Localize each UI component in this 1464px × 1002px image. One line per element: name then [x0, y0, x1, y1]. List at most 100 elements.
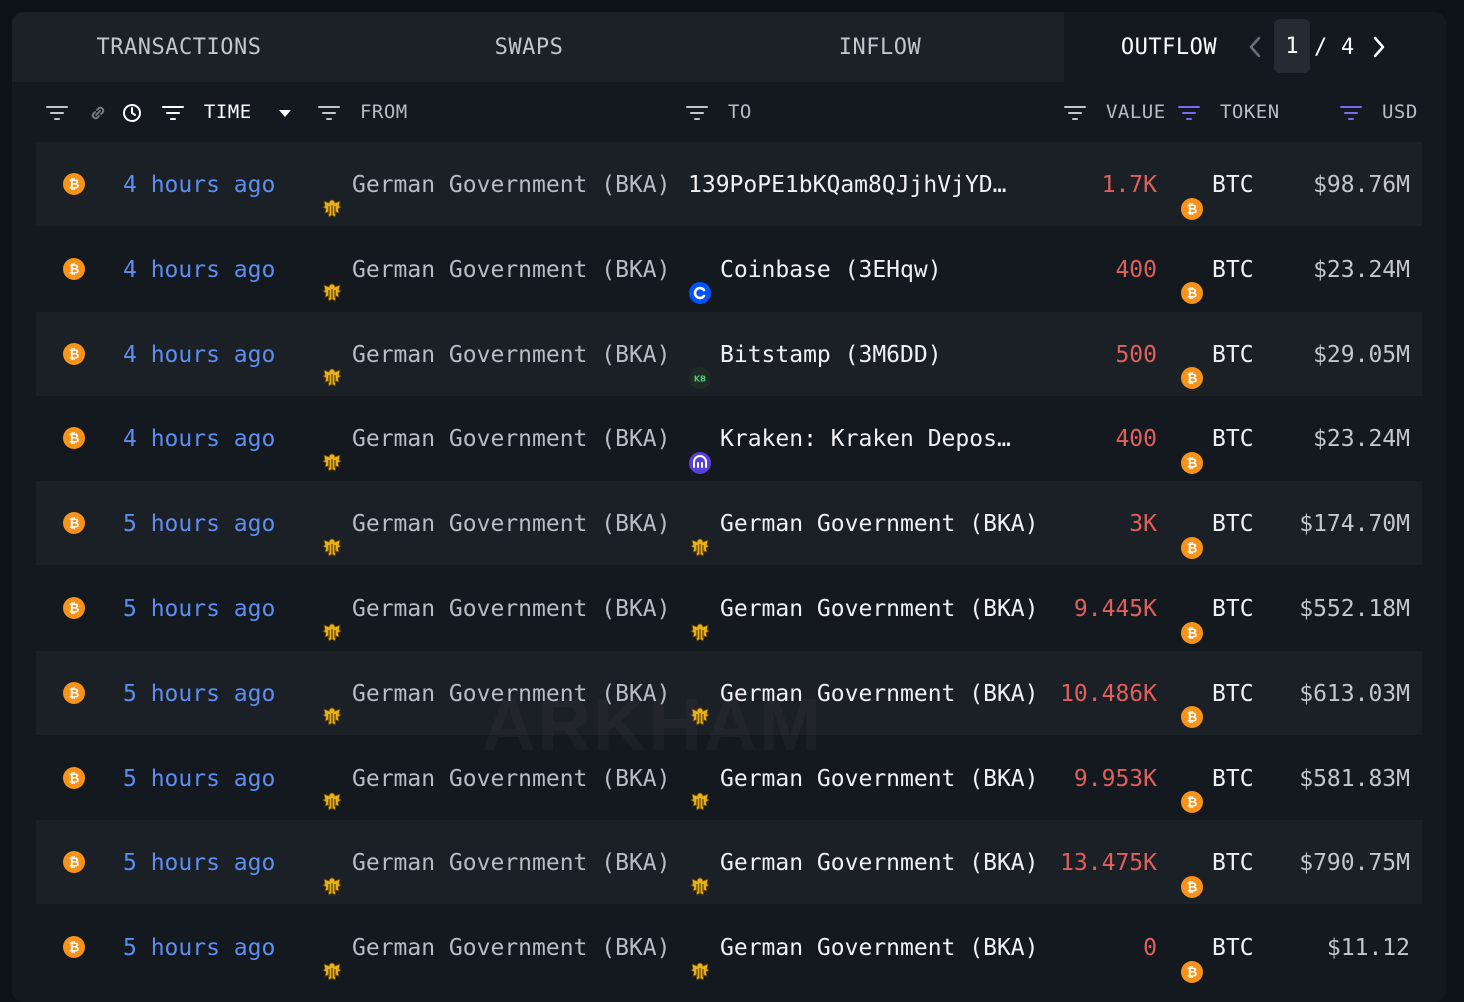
tab-inflow[interactable]: INFLOW	[702, 12, 1058, 82]
filter-icon[interactable]	[1178, 105, 1200, 121]
filter-icon[interactable]	[1064, 105, 1086, 121]
btc-icon: ₿	[1180, 849, 1204, 898]
to-entity[interactable]: German Government (BKA)	[688, 566, 1045, 652]
filter-icon[interactable]	[318, 105, 340, 121]
time-link[interactable]: 5 hours ago	[123, 481, 275, 567]
table-row[interactable]: ₿ 5 hours ago German Government (BKA) Germa…	[36, 481, 1422, 567]
time-link[interactable]: 5 hours ago	[123, 566, 275, 652]
to-entity[interactable]: German Government (BKA)	[688, 651, 1045, 737]
table-row[interactable]: ₿ 4 hours ago German Government (BKA) Coinb…	[36, 227, 1422, 311]
table-row[interactable]: ₿ 5 hours ago German Government (BKA) Germa…	[36, 905, 1422, 989]
to-entity[interactable]: German Government (BKA)	[688, 905, 1045, 991]
btc-icon: ₿	[1180, 340, 1204, 390]
from-entity-label: German Government (BKA)	[352, 596, 671, 622]
time-link[interactable]: 4 hours ago	[123, 396, 275, 482]
from-column-header[interactable]: FROM	[318, 84, 408, 140]
time-link[interactable]: 5 hours ago	[123, 820, 275, 906]
usd-amount: $613.03M	[1299, 680, 1410, 707]
table-row[interactable]: ₿ 4 hours ago German Government (BKA) Krake…	[36, 396, 1422, 480]
from-entity[interactable]: German Government (BKA)	[320, 820, 676, 906]
from-entity[interactable]: German Government (BKA)	[320, 651, 676, 737]
table-header: TIME FROM TO VALUE TOKEN USD	[12, 84, 1446, 140]
token-link[interactable]: ₿ BTC	[1180, 481, 1254, 567]
svg-text:₿: ₿	[69, 517, 80, 532]
token-link[interactable]: ₿ BTC	[1180, 312, 1254, 398]
value-amount: 500	[1115, 341, 1157, 368]
svg-text:₿: ₿	[1187, 541, 1198, 556]
german-eagle-icon	[320, 171, 344, 218]
value-header-label: VALUE	[1105, 101, 1166, 123]
to-entity-label: German Government (BKA)	[720, 596, 1039, 622]
token-link[interactable]: ₿ BTC	[1180, 736, 1254, 822]
token-label: BTC	[1212, 680, 1254, 707]
time-link[interactable]: 5 hours ago	[123, 736, 275, 822]
from-entity[interactable]: German Government (BKA)	[320, 227, 676, 313]
token-link[interactable]: ₿ BTC	[1180, 905, 1254, 991]
from-entity[interactable]: German Government (BKA)	[320, 312, 676, 398]
table-row[interactable]: ₿ 4 hours ago German Government (BKA) KB Bit…	[36, 311, 1422, 398]
time-link[interactable]: 4 hours ago	[123, 312, 275, 398]
table-row[interactable]: ₿ 5 hours ago German Government (BKA) Germa…	[36, 820, 1422, 906]
time-link[interactable]: 4 hours ago	[123, 227, 275, 313]
value-amount: 0	[1143, 935, 1157, 962]
usd-column-header[interactable]: USD	[1340, 84, 1418, 140]
to-entity[interactable]: KB Bitstamp (3M6DD)	[688, 312, 1045, 398]
token-label: BTC	[1212, 511, 1254, 538]
value-amount: 9.445K	[1073, 596, 1157, 622]
page-number-input[interactable]: 1	[1274, 19, 1310, 73]
to-column-header[interactable]: TO	[686, 84, 752, 140]
from-entity[interactable]: German Government (BKA)	[320, 905, 676, 991]
caret-down-icon[interactable]	[278, 108, 292, 118]
time-column-header[interactable]: TIME	[122, 84, 300, 140]
table-row[interactable]: ₿ 5 hours ago German Government (BKA) Germa…	[36, 566, 1422, 650]
to-entity[interactable]: German Government (BKA)	[688, 736, 1045, 822]
from-entity[interactable]: German Government (BKA)	[320, 142, 676, 228]
svg-text:₿: ₿	[1187, 372, 1198, 387]
chevron-left-icon[interactable]	[1244, 34, 1268, 60]
btc-chain-icon: ₿	[62, 342, 86, 366]
table-row[interactable]: ₿ 4 hours ago German Government (BKA) 139Po…	[36, 142, 1422, 226]
filter-icon[interactable]	[686, 105, 708, 121]
filter-icon[interactable]	[161, 105, 184, 121]
to-entity[interactable]: German Government (BKA)	[688, 820, 1045, 906]
link-icon[interactable]	[88, 103, 108, 123]
tab-outflow[interactable]: OUTFLOW	[1064, 12, 1274, 82]
btc-icon: ₿	[1180, 679, 1204, 729]
value-amount: 9.953K	[1073, 765, 1157, 792]
to-entity[interactable]: Coinbase (3EHqw)	[688, 227, 1045, 313]
token-link[interactable]: ₿ BTC	[1180, 227, 1254, 313]
from-entity[interactable]: German Government (BKA)	[320, 736, 676, 822]
to-entity-label: German Government (BKA)	[720, 850, 1039, 877]
from-entity-label: German Government (BKA)	[352, 256, 671, 283]
tab-transactions[interactable]: TRANSACTIONS	[12, 12, 346, 82]
from-entity[interactable]: German Government (BKA)	[320, 396, 676, 482]
chevron-right-icon[interactable]	[1366, 34, 1390, 60]
token-link[interactable]: ₿ BTC	[1180, 566, 1254, 652]
btc-chain-icon: ₿	[62, 850, 86, 874]
token-link[interactable]: ₿ BTC	[1180, 142, 1254, 228]
german-eagle-icon	[688, 510, 712, 557]
svg-text:₿: ₿	[1187, 202, 1198, 217]
to-entity[interactable]: Kraken: Kraken Depos…	[688, 396, 1045, 482]
token-column-header[interactable]: TOKEN	[1178, 84, 1280, 140]
svg-text:₿: ₿	[69, 178, 80, 193]
from-entity[interactable]: German Government (BKA)	[320, 481, 676, 567]
filter-icon[interactable]	[1340, 105, 1362, 121]
tab-swaps[interactable]: SWAPS	[352, 12, 706, 82]
chain-filter[interactable]	[46, 84, 116, 140]
to-entity[interactable]: 139PoPE1bKQam8QJjhVjYD…	[688, 142, 1045, 228]
table-row[interactable]: ₿ 5 hours ago German Government (BKA) Germa…	[36, 736, 1422, 820]
token-label: BTC	[1212, 256, 1254, 283]
value-column-header[interactable]: VALUE	[1064, 84, 1166, 140]
token-link[interactable]: ₿ BTC	[1180, 820, 1254, 906]
time-link[interactable]: 5 hours ago	[123, 651, 275, 737]
token-link[interactable]: ₿ BTC	[1180, 651, 1254, 737]
btc-chain-icon: ₿	[62, 596, 86, 620]
token-link[interactable]: ₿ BTC	[1180, 396, 1254, 482]
coinbase-icon	[688, 255, 712, 305]
time-link[interactable]: 4 hours ago	[123, 142, 275, 228]
table-row[interactable]: ₿ 5 hours ago German Government (BKA) Germa…	[36, 650, 1422, 737]
time-link[interactable]: 5 hours ago	[123, 905, 275, 991]
from-entity[interactable]: German Government (BKA)	[320, 566, 676, 652]
to-entity[interactable]: German Government (BKA)	[688, 481, 1045, 567]
